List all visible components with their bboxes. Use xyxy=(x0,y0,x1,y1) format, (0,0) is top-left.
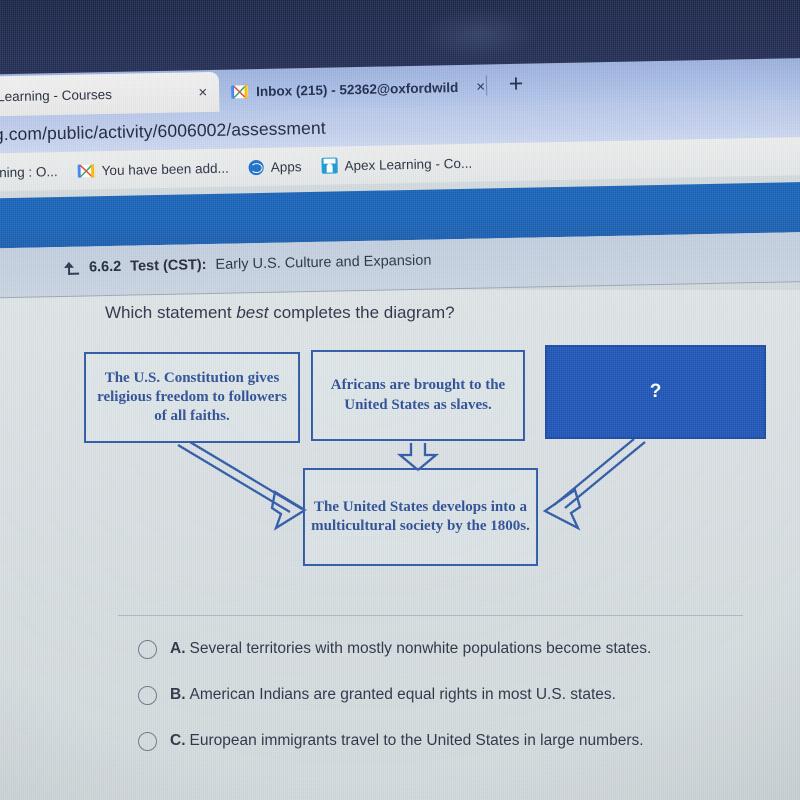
diagram-box-slavery: Africans are brought to the United State… xyxy=(311,350,525,441)
browser-tab-apex-courses[interactable]: ex Learning - Courses × xyxy=(0,71,220,117)
answer-letter-b: B. xyxy=(170,686,186,703)
answer-choice-b[interactable]: B. American Indians are granted equal rig… xyxy=(0,684,800,706)
tab-close-icon[interactable]: × xyxy=(466,78,485,95)
bookmark-apps[interactable]: Apps xyxy=(248,158,302,175)
question-diagram: The U.S. Constitution gives religious fr… xyxy=(0,342,800,592)
question-mark: ? xyxy=(649,380,662,402)
answer-text-c: C. European immigrants travel to the Unit… xyxy=(170,732,644,749)
globe-icon xyxy=(248,159,264,175)
assessment-page: Which statement best completes the diagr… xyxy=(0,290,800,800)
lesson-number: 6.6.2 xyxy=(88,258,122,276)
content-divider xyxy=(118,615,743,616)
return-arrow-icon[interactable] xyxy=(63,260,80,276)
tab-title: ex Learning - Courses xyxy=(0,86,113,104)
diagram-box-text: Africans are brought to the United State… xyxy=(330,377,506,413)
arrow-box1-to-result xyxy=(177,441,308,531)
new-tab-button[interactable]: + xyxy=(503,70,530,99)
diagram-box-result: The United States develops into a multic… xyxy=(303,468,538,566)
prompt-part-1: Which statement xyxy=(105,303,237,322)
answer-text-a: A. Several territories with mostly nonwhi… xyxy=(170,640,652,657)
answer-letter-a: A. xyxy=(170,640,186,657)
prompt-part-2: completes the diagram? xyxy=(268,303,455,322)
bookmark-label: You have been add... xyxy=(101,160,229,178)
diagram-box-text: The U.S. Constitution gives religious fr… xyxy=(97,369,287,425)
gmail-icon xyxy=(230,84,249,99)
screenshot-root: ex Learning - Courses × Inbox (215) - 52… xyxy=(0,0,800,800)
bookmark-apex-learning[interactable]: Apex Learning - Co... xyxy=(321,155,472,174)
answer-choices: A. Several territories with mostly nonwhi… xyxy=(0,638,800,776)
diagram-box-constitution: The U.S. Constitution gives religious fr… xyxy=(84,352,300,443)
bookmark-label: Apex Learning - Co... xyxy=(344,155,473,173)
arrow-box2-to-result xyxy=(396,443,440,472)
radio-button-a[interactable] xyxy=(138,640,157,659)
lesson-name: Early U.S. Culture and Expansion xyxy=(215,252,432,273)
answer-choice-c[interactable]: C. European immigrants travel to the Unit… xyxy=(0,730,800,752)
bookmark-label: rning : O... xyxy=(0,163,58,180)
bookmark-you-have-been-added[interactable]: You have been add... xyxy=(77,160,229,178)
address-bar-url[interactable]: g.com/public/activity/6006002/assessment xyxy=(0,118,326,146)
answer-text-b: B. American Indians are granted equal rig… xyxy=(170,686,616,703)
apex-icon xyxy=(321,157,338,174)
arrow-unknown-to-result xyxy=(542,438,646,531)
radio-button-b[interactable] xyxy=(138,686,157,705)
diagram-box-unknown: ? xyxy=(545,345,766,439)
diagram-box-text: The United States develops into a multic… xyxy=(311,498,530,534)
radio-button-c[interactable] xyxy=(138,732,157,751)
tab-close-icon[interactable]: × xyxy=(188,84,207,101)
browser-tab-gmail-inbox[interactable]: Inbox (215) - 52362@oxfordwild × xyxy=(219,66,490,111)
answer-choice-a[interactable]: A. Several territories with mostly nonwhi… xyxy=(0,638,800,660)
prompt-emphasis: best xyxy=(236,303,269,322)
bookmark-label: Apps xyxy=(270,158,302,175)
tab-title: Inbox (215) - 52362@oxfordwild xyxy=(255,79,459,99)
lesson-type: Test (CST): xyxy=(130,257,207,275)
question-prompt: Which statement best completes the diagr… xyxy=(105,303,455,323)
gmail-icon xyxy=(77,163,95,178)
bookmark-learning[interactable]: rning : O... xyxy=(0,164,58,180)
answer-letter-c: C. xyxy=(170,732,186,749)
